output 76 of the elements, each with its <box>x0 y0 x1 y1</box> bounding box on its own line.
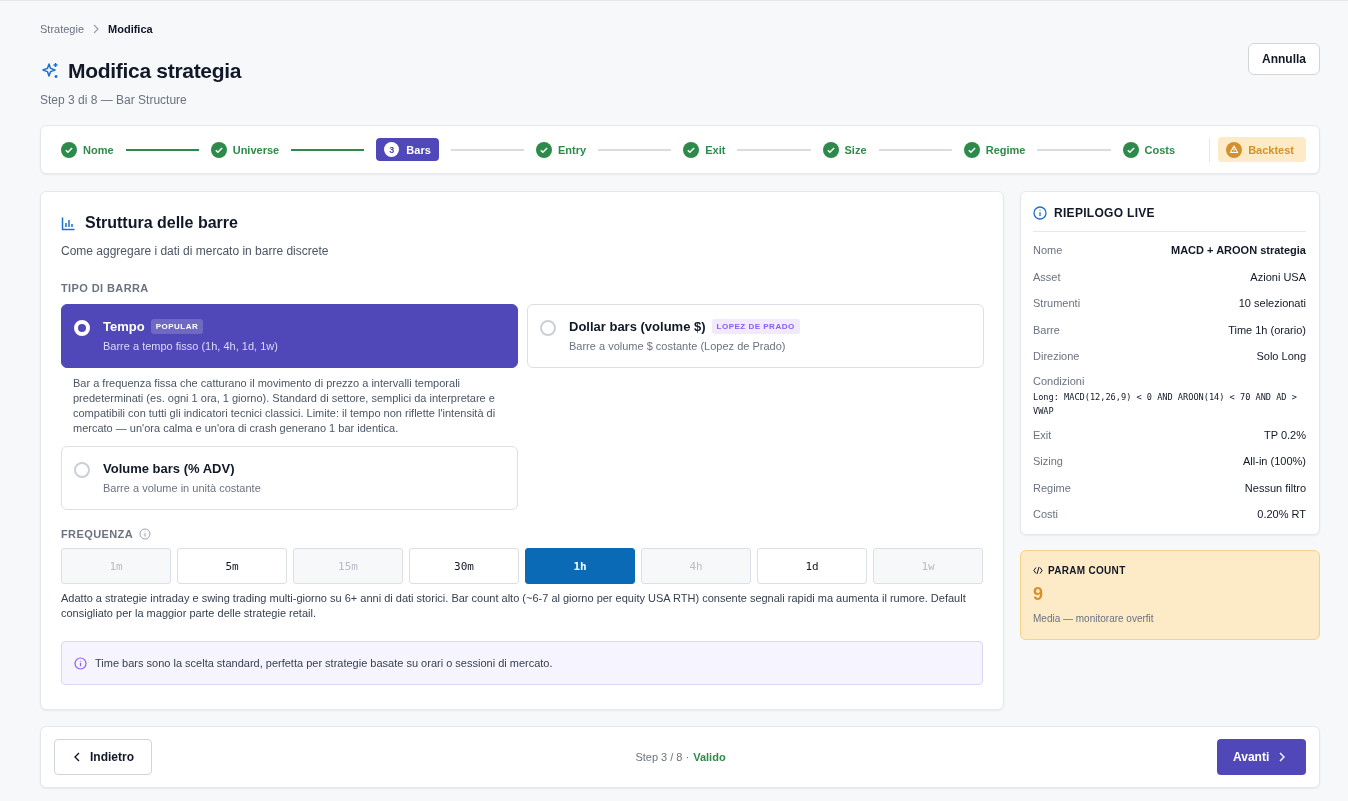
summary-label: Nome <box>1033 244 1063 257</box>
option-description: Barre a tempo fisso (1h, 4h, 1d, 1w) <box>103 340 278 352</box>
chevron-left-icon <box>73 752 81 762</box>
radio-button[interactable] <box>74 462 90 478</box>
sparkles-icon <box>40 61 60 81</box>
page-subtitle: Step 3 di 8 — Bar Structure <box>40 93 188 107</box>
info-icon <box>74 656 87 670</box>
summary-label: Costi <box>1033 508 1059 521</box>
field-label: TIPO DI BARRA <box>61 282 149 294</box>
param-count-note: Media — monitorare overfit <box>1033 612 1155 624</box>
wizard-step[interactable]: Nome <box>61 141 114 158</box>
radio-button[interactable] <box>540 320 556 336</box>
option-title: Tempo <box>103 319 145 334</box>
wizard-step[interactable]: Costs <box>1122 141 1176 158</box>
frequency-description: Adatto a strategie intraday e swing trading multi-giorno su 6+ anni di dati storici. Bar count alto (~6-7 al giorno per equity USA RTH) consente segnali rapidi ma aumenta il rumore. Default consigliato per la maggior parte delle strategie retail. <box>61 591 967 621</box>
bar-type-option[interactable]: Dollar bars (volume $) LOPEZ DE PRADO Barre a volume $ costante (Lopez de Prado) <box>527 304 984 368</box>
summary-label: Regime <box>1033 481 1071 494</box>
section-subtitle: Come aggregare i dati di mercato in barre discrete <box>61 244 330 258</box>
back-button[interactable]: Indietro <box>54 739 152 775</box>
summary-label: Strumenti <box>1033 297 1081 310</box>
summary-value: Solo Long <box>1256 350 1306 363</box>
cancel-button[interactable]: Annulla <box>1248 43 1320 75</box>
field-label: FREQUENZA <box>61 528 134 540</box>
breadcrumb-item[interactable]: Strategie <box>40 23 85 35</box>
summary-label: Sizing <box>1033 455 1063 468</box>
wizard-step[interactable]: Universe <box>210 141 280 158</box>
step-counter: Step 3 / 8 · <box>635 751 690 763</box>
option-description: Barre a volume in unità costante <box>103 482 261 494</box>
bar-type-option[interactable]: Volume bars (% ADV) Barre a volume in unità costante <box>61 446 518 510</box>
warning-icon <box>1226 141 1243 158</box>
summary-value: Nessun filtro <box>1244 481 1306 494</box>
info-text: Time bars sono la scelta standard, perfetta per strategie basate su orari o sessioni di mercato. <box>95 657 553 669</box>
next-button[interactable]: Avanti <box>1217 739 1306 775</box>
summary-value: All-in (100%) <box>1243 455 1306 468</box>
section-title: Struttura delle barre <box>85 214 238 232</box>
frequency-option[interactable]: 5m <box>177 548 287 584</box>
bar-type-option[interactable]: Tempo POPULAR Barre a tempo fisso (1h, 4h, 1d, 1w) <box>61 304 518 368</box>
option-title: Volume bars (% ADV) <box>103 461 235 476</box>
option-title: Dollar bars (volume $) <box>569 319 706 334</box>
info-icon <box>139 528 152 540</box>
option-tag: POPULAR <box>150 319 204 334</box>
card-title: RIEPILOGO LIVE <box>1054 206 1155 220</box>
chevron-right-icon <box>1278 752 1287 762</box>
option-tag: LOPEZ DE PRADO <box>711 319 800 334</box>
summary-value: MACD + AROON strategia <box>1171 244 1306 257</box>
param-count-value: 9 <box>1033 583 1044 605</box>
step-number: 3 <box>384 142 400 157</box>
chevron-icon <box>92 24 101 34</box>
bar-type-description: Bar a frequenza fissa che catturano il movimento di prezzo a intervalli temporali predeterminati (es. ogni 1 ora, 1 giorno). Standard di settore, semplici da interpretare e compatibili con tutti gli indicatori tecnici classici. Limite: il tempo non riflette l'intensità di mercato — un'ora calma e un'ora di crash generano 1 bar identica. <box>72 376 497 436</box>
summary-label: Barre <box>1033 323 1060 336</box>
breadcrumb-item: Modifica <box>108 23 153 35</box>
wizard-step[interactable]: Entry <box>535 141 587 158</box>
page-title: Modifica strategia <box>68 59 242 83</box>
validation-status: Valido <box>693 751 726 763</box>
frequency-option[interactable]: 30m <box>409 548 519 584</box>
code-icon <box>1033 565 1043 575</box>
frequency-option[interactable]: 1h <box>525 548 635 584</box>
summary-label: Asset <box>1033 270 1061 283</box>
wizard-step[interactable]: Exit <box>683 141 726 158</box>
wizard-step[interactable]: Regime <box>963 141 1026 158</box>
summary-value: 0.20% RT <box>1257 508 1306 521</box>
summary-code: Long: MACD(12,26,9) < 0 AND AROON(14) < 70 AND AD > VWAP <box>1033 390 1298 418</box>
info-icon <box>1033 206 1047 220</box>
summary-label: Condizioni <box>1033 374 1086 387</box>
bar-chart-icon <box>61 215 76 231</box>
summary-label: Direzione <box>1033 350 1080 363</box>
summary-value: 10 selezionati <box>1238 297 1306 310</box>
card-title: PARAM COUNT <box>1048 564 1126 576</box>
wizard-step[interactable]: Size <box>822 141 867 158</box>
summary-value: TP 0.2% <box>1264 428 1306 441</box>
summary-value: Time 1h (orario) <box>1228 323 1306 336</box>
frequency-option[interactable]: 1d <box>757 548 867 584</box>
summary-label: Exit <box>1033 428 1052 441</box>
option-description: Barre a volume $ costante (Lopez de Prado) <box>569 340 787 352</box>
wizard-step[interactable]: 3 Bars <box>376 138 439 161</box>
summary-value: Azioni USA <box>1250 270 1306 283</box>
